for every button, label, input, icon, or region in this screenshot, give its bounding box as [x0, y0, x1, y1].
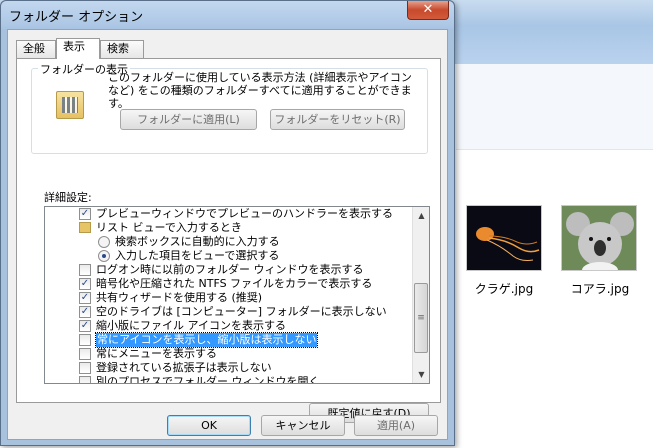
dialog-client: 全般 表示 検索 フォルダーの表示 このフォルダーに使用している表示方法 (詳細… — [7, 29, 448, 440]
settings-row[interactable]: 検索ボックスに自動的に入力する — [45, 235, 413, 249]
folder-view-description: このフォルダーに使用している表示方法 (詳細表示やアイコンなど) をこの種類のフ… — [108, 71, 412, 110]
tab-search[interactable]: 検索 — [100, 40, 144, 58]
settings-row[interactable]: 別のプロセスでフォルダー ウィンドウを開く — [45, 375, 413, 384]
advanced-settings-items: ✓ プレビューウィンドウでプレビューのハンドラーを表示する リスト ビューで入力する… — [45, 207, 413, 384]
checkbox-icon[interactable] — [79, 348, 91, 360]
checkbox-icon[interactable] — [79, 334, 91, 346]
settings-row-label: 空のドライブは [コンピューター] フォルダーに表示しない — [96, 305, 387, 318]
scroll-down-arrow-icon[interactable]: ▼ — [413, 366, 429, 383]
scroll-thumb[interactable]: ≡ — [414, 283, 428, 353]
explorer-toolbar-area — [456, 64, 653, 150]
selected-radio-icon[interactable] — [98, 250, 110, 262]
tab-view[interactable]: 表示 — [56, 38, 100, 59]
settings-row-label: 共有ウィザードを使用する (推奨) — [96, 291, 263, 304]
folder-view-group: フォルダーの表示 このフォルダーに使用している表示方法 (詳細表示やアイコンなど… — [31, 61, 428, 154]
settings-row-label: 別のプロセスでフォルダー ウィンドウを開く — [96, 375, 320, 384]
scroll-up-arrow-icon[interactable]: ▲ — [413, 207, 429, 224]
settings-row-label: 常にアイコンを表示し、縮小版は表示しない — [94, 332, 319, 348]
settings-row-label: 検索ボックスに自動的に入力する — [115, 235, 280, 248]
file-label[interactable]: クラゲ.jpg — [464, 280, 544, 297]
checked-checkbox-icon[interactable]: ✓ — [79, 320, 91, 332]
view-tab-page: フォルダーの表示 このフォルダーに使用している表示方法 (詳細表示やアイコンなど… — [16, 58, 441, 423]
apply-to-folders-button[interactable]: フォルダーに適用(L) — [120, 109, 257, 130]
ok-button[interactable]: OK — [167, 415, 251, 436]
koala-thumbnail[interactable] — [561, 205, 637, 271]
settings-row[interactable]: リスト ビューで入力するとき — [45, 221, 413, 235]
settings-row-label: プレビューウィンドウでプレビューのハンドラーを表示する — [96, 207, 393, 220]
folder-view-icon — [56, 91, 84, 119]
settings-row-label: 縮小版にファイル アイコンを表示する — [96, 319, 286, 332]
checked-checkbox-icon[interactable]: ✓ — [79, 208, 91, 220]
settings-row[interactable]: 常にメニューを表示する — [45, 347, 413, 361]
settings-row[interactable]: ✓ 縮小版にファイル アイコンを表示する — [45, 319, 413, 333]
checked-checkbox-icon[interactable]: ✓ — [79, 306, 91, 318]
settings-row[interactable]: ✓ 共有ウィザードを使用する (推奨) — [45, 291, 413, 305]
cancel-button[interactable]: キャンセル — [261, 415, 345, 436]
titlebar[interactable]: フォルダー オプション ✕ — [1, 1, 454, 29]
checkbox-icon[interactable] — [79, 376, 91, 383]
folder-icon — [79, 222, 91, 233]
jellyfish-thumbnail[interactable] — [466, 205, 542, 271]
settings-row-label: 入力した項目をビューで選択する — [115, 249, 280, 262]
settings-row[interactable]: 常にアイコンを表示し、縮小版は表示しない — [45, 332, 413, 348]
checked-checkbox-icon[interactable]: ✓ — [79, 292, 91, 304]
checked-checkbox-icon[interactable]: ✓ — [79, 278, 91, 290]
settings-row[interactable]: ✓ 空のドライブは [コンピューター] フォルダーに表示しない — [45, 305, 413, 319]
settings-row[interactable]: ✓ プレビューウィンドウでプレビューのハンドラーを表示する — [45, 207, 413, 221]
window-title: フォルダー オプション — [9, 10, 144, 25]
tab-general[interactable]: 全般 — [16, 40, 56, 58]
close-icon: ✕ — [422, 2, 434, 17]
close-button[interactable]: ✕ — [407, 1, 449, 20]
settings-row[interactable]: ✓ 暗号化や圧縮された NTFS ファイルをカラーで表示する — [45, 277, 413, 291]
advanced-settings-label: 詳細設定: — [44, 191, 92, 204]
apply-button[interactable]: 適用(A) — [354, 415, 438, 436]
settings-row[interactable]: 入力した項目をビューで選択する — [45, 249, 413, 263]
checkbox-icon[interactable] — [79, 264, 91, 276]
reset-folders-button[interactable]: フォルダーをリセット(R) — [270, 109, 405, 130]
settings-row[interactable]: ログオン時に以前のフォルダー ウィンドウを表示する — [45, 263, 413, 277]
advanced-settings-list[interactable]: ✓ プレビューウィンドウでプレビューのハンドラーを表示する リスト ビューで入力する… — [44, 206, 430, 384]
radio-icon[interactable] — [98, 236, 110, 248]
vertical-scrollbar[interactable]: ▲ ≡ ▼ — [412, 207, 429, 383]
settings-row-label: 常にメニューを表示する — [96, 347, 217, 360]
settings-row-label: 登録されている拡張子は表示しない — [96, 361, 272, 374]
settings-row-label: 暗号化や圧縮された NTFS ファイルをカラーで表示する — [96, 277, 373, 290]
settings-row-label: リスト ビューで入力するとき — [96, 221, 242, 234]
file-label[interactable]: コアラ.jpg — [560, 280, 640, 297]
settings-row-label: ログオン時に以前のフォルダー ウィンドウを表示する — [96, 263, 364, 276]
checkbox-icon[interactable] — [79, 362, 91, 374]
settings-row[interactable]: 登録されている拡張子は表示しない — [45, 361, 413, 375]
folder-options-dialog: フォルダー オプション ✕ 全般 表示 検索 フォルダーの表示 このフォルダーに… — [0, 0, 455, 446]
